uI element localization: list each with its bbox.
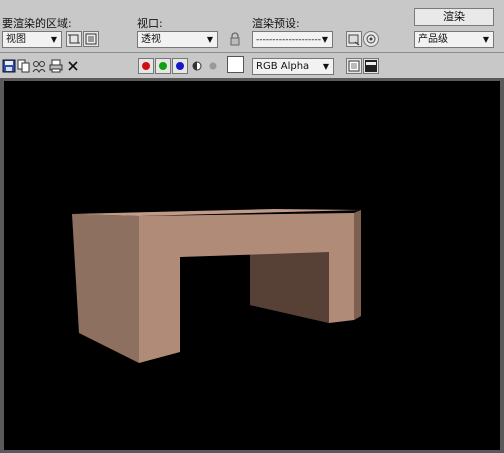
preset-load-icon[interactable] <box>346 31 362 47</box>
chevron-down-icon: ▼ <box>482 35 490 44</box>
lock-icon[interactable] <box>228 32 242 46</box>
region-icon[interactable] <box>83 31 99 47</box>
swatch-icon[interactable] <box>227 56 244 73</box>
red-dot <box>142 62 150 70</box>
clear-icon[interactable] <box>66 59 80 73</box>
chevron-down-icon: ▼ <box>322 62 330 71</box>
area-label: 要渲染的区域: <box>2 17 72 30</box>
preset-save-icon[interactable] <box>363 31 379 47</box>
viewport-value: 透视 <box>141 34 161 45</box>
red-channel-icon[interactable] <box>138 58 154 74</box>
preset-label: 渲染预设: <box>252 17 300 30</box>
render-button[interactable]: 渲染 <box>414 8 494 26</box>
viewport-label: 视口: <box>137 17 163 30</box>
green-dot <box>159 62 167 70</box>
preset-dropdown[interactable]: -------------------- ▼ <box>252 31 333 48</box>
preset-value: -------------------- <box>256 35 321 45</box>
quality-dropdown[interactable]: 产品级 ▼ <box>414 31 494 48</box>
render-viewport[interactable] <box>4 81 500 450</box>
mono-icon[interactable] <box>190 59 204 73</box>
copy-image-icon[interactable] <box>17 59 31 73</box>
crop-icon[interactable] <box>66 31 82 47</box>
blue-channel-icon[interactable] <box>172 58 188 74</box>
print-icon[interactable] <box>49 59 63 73</box>
area-value: 视图 <box>6 34 26 45</box>
rendered-object <box>72 209 361 363</box>
blue-dot <box>176 62 184 70</box>
save-image-icon[interactable] <box>2 59 16 73</box>
display-rgb-icon[interactable] <box>363 58 379 74</box>
channel-value: RGB Alpha <box>256 61 310 72</box>
chevron-down-icon: ▼ <box>206 35 214 44</box>
viewport-dropdown[interactable]: 透视 ▼ <box>137 31 218 48</box>
chevron-down-icon: ▼ <box>50 35 58 44</box>
chevron-down-icon: ▼ <box>321 35 329 44</box>
area-dropdown[interactable]: 视图 ▼ <box>2 31 62 48</box>
alpha-icon[interactable] <box>206 59 220 73</box>
toolbar-separator <box>0 52 504 53</box>
channel-dropdown[interactable]: RGB Alpha ▼ <box>252 58 334 75</box>
display-alpha-icon[interactable] <box>346 58 362 74</box>
quality-value: 产品级 <box>418 34 448 45</box>
clone-window-icon[interactable] <box>32 59 46 73</box>
green-channel-icon[interactable] <box>155 58 171 74</box>
